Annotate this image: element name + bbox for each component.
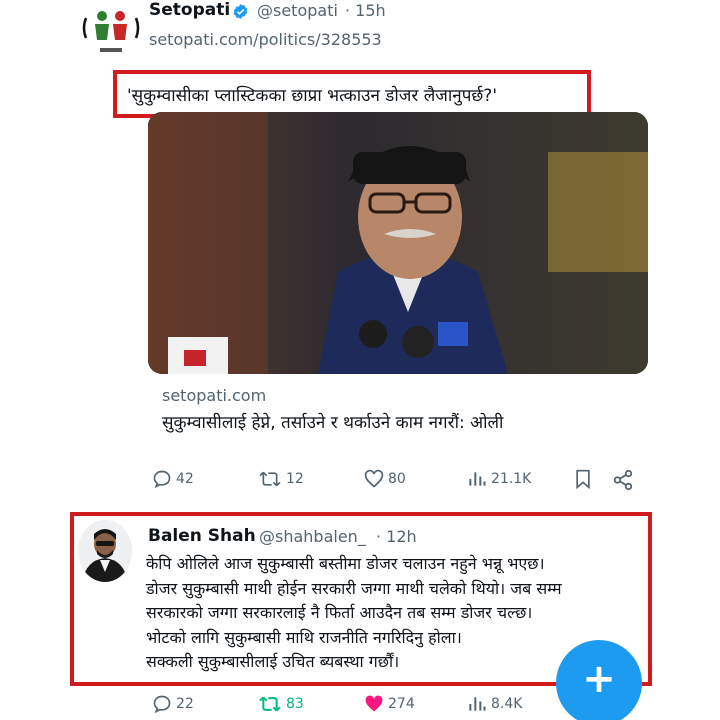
share-icon: [613, 469, 633, 491]
tweet2-body-line: भोटको लागि सुकुम्बासी माथि राजनीति नगरिद…: [146, 627, 462, 647]
setopati-avatar[interactable]: [80, 4, 142, 60]
tweet2-reply-button[interactable]: 22: [152, 694, 194, 714]
tweet1-article-link[interactable]: setopati.com/politics/328553: [149, 30, 382, 49]
tweet2-reply-count: 22: [176, 696, 194, 712]
share-button[interactable]: [612, 469, 634, 491]
tweet1-display-name[interactable]: Setopati: [149, 0, 230, 20]
article-photo[interactable]: [148, 112, 648, 374]
verified-badge-icon: [233, 4, 248, 19]
tweet1-retweet-button[interactable]: 12: [258, 469, 304, 489]
tweet2-body-line: केपि ओलिले आज सुकुम्बासी बस्तीमा डोजर चल…: [146, 554, 545, 573]
compose-fab-button[interactable]: +: [556, 640, 642, 720]
retweet-icon: [259, 696, 281, 712]
like-icon: [364, 469, 384, 488]
tweet2-like-count: 274: [388, 696, 415, 712]
tweet1-retweet-count: 12: [286, 471, 304, 487]
like-icon: [365, 695, 383, 712]
tweet2-body-line: डोजर सुकुम्बासी माथी होईन सरकारी जग्गा म…: [146, 578, 562, 598]
tweet2-body-line: सरकारको जग्गा सरकारलाई नै फिर्ता आउदैन त…: [146, 603, 533, 622]
tweet2-view-count: 8.4K: [491, 696, 523, 712]
tweet1-quote-text: 'सुकुम्वासीका प्लास्टिकका छाप्रा भत्काउन…: [127, 86, 498, 106]
tweet2-display-name[interactable]: Balen Shah: [148, 526, 256, 546]
retweet-icon: [259, 471, 281, 487]
tweet1-handle[interactable]: @setopati: [257, 1, 338, 20]
balen-avatar[interactable]: [78, 520, 132, 582]
tweet2-retweet-button[interactable]: 83: [258, 694, 304, 714]
tweet2-like-button[interactable]: 274: [364, 694, 415, 714]
bookmark-button[interactable]: [574, 469, 592, 489]
reply-icon: [153, 470, 171, 489]
tweet1-like-count: 80: [388, 471, 406, 487]
tweet1-timestamp[interactable]: · 15h: [345, 1, 386, 20]
card-domain[interactable]: setopati.com: [162, 386, 266, 405]
tweet1-reply-button[interactable]: 42: [152, 469, 194, 489]
tweet1-like-button[interactable]: 80: [364, 469, 406, 489]
bookmark-icon: [576, 469, 590, 489]
tweet1-view-count: 21.1K: [491, 471, 532, 487]
tweet2-views-button[interactable]: 8.4K: [467, 694, 522, 714]
tweet2-timestamp[interactable]: · 12h: [376, 527, 417, 546]
tweet1-reply-count: 42: [176, 471, 194, 487]
tweet2-retweet-count: 83: [286, 696, 304, 712]
views-icon: [469, 472, 486, 486]
reply-icon: [153, 695, 171, 714]
tweet2-handle[interactable]: @shahbalen_: [259, 527, 366, 546]
tweet1-views-button[interactable]: 21.1K: [467, 469, 531, 489]
card-title[interactable]: सुकुम्वासीलाई हेप्ने, तर्साउने र थर्काउन…: [162, 410, 503, 433]
quote-highlight-box: 'सुकुम्वासीका प्लास्टिकका छाप्रा भत्काउन…: [113, 70, 591, 118]
views-icon: [469, 697, 486, 711]
